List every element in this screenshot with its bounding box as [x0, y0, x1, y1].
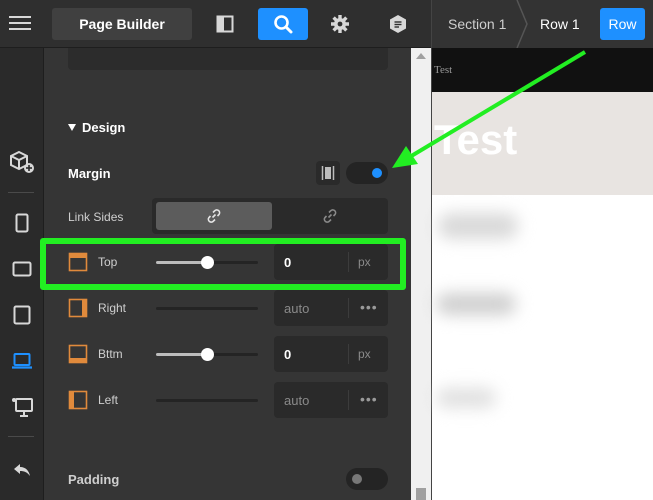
gear-icon[interactable] — [322, 8, 358, 40]
blurred-content — [438, 213, 518, 239]
link-icon — [207, 209, 221, 223]
side-left-icon — [68, 390, 88, 410]
phone-icon[interactable] — [0, 205, 44, 241]
margin-label: Margin — [68, 166, 111, 181]
link-sides-control — [152, 198, 388, 234]
slider-handle[interactable] — [200, 348, 214, 361]
margin-bottom-row: Bttm 0 px — [68, 336, 388, 372]
tablet-icon[interactable] — [0, 297, 44, 333]
side-bottom-icon — [68, 344, 88, 364]
link-button[interactable] — [156, 202, 272, 230]
hero-title: Test — [434, 116, 518, 163]
tablet-landscape-icon[interactable] — [0, 251, 44, 287]
side-label: Bttm — [98, 347, 123, 361]
margin-toggle[interactable] — [346, 162, 388, 184]
side-label: Left — [98, 393, 119, 407]
margin-left-row: Left auto ••• — [68, 382, 388, 418]
side-label: Right — [98, 301, 127, 315]
laptop-icon[interactable] — [0, 343, 44, 379]
search-button[interactable] — [258, 8, 308, 40]
padding-label: Padding — [68, 472, 120, 487]
margin-bottom-slider[interactable] — [156, 348, 258, 361]
blurred-content — [436, 293, 516, 315]
page-builder-button[interactable]: Page Builder — [52, 8, 192, 40]
padding-toggle[interactable] — [346, 468, 388, 490]
desktop-icon[interactable] — [0, 389, 44, 425]
hamburger-icon[interactable] — [9, 12, 31, 34]
margin-left-input[interactable]: auto ••• — [274, 382, 388, 418]
left-rail — [0, 48, 44, 500]
vertical-spacing-icon[interactable] — [316, 161, 340, 185]
scroll-up-icon[interactable] — [416, 53, 426, 59]
unit-select[interactable]: px — [358, 347, 371, 361]
layout-panel-icon[interactable] — [207, 8, 243, 40]
undo-icon[interactable] — [0, 452, 44, 488]
margin-right-row: Right auto ••• — [68, 290, 388, 326]
breadcrumb-section[interactable]: Section 1 — [448, 16, 506, 32]
margin-left-slider[interactable] — [156, 399, 258, 402]
page-preview: Test Test — [431, 48, 653, 500]
side-right-icon — [68, 298, 88, 318]
margin-right-slider[interactable] — [156, 307, 258, 310]
unlink-icon — [323, 209, 337, 223]
chevron-right-icon — [516, 0, 528, 48]
cube-add-icon[interactable] — [0, 144, 44, 180]
scroll-thumb[interactable] — [416, 488, 426, 500]
link-sides-label: Link Sides — [68, 210, 124, 224]
design-section-toggle[interactable]: Design — [68, 120, 125, 135]
search-icon — [274, 15, 293, 34]
unlink-button[interactable] — [272, 202, 388, 230]
blurred-content — [436, 388, 496, 408]
top-bar: Page Builder Section 1 Row 1 Row — [0, 0, 653, 48]
hex-doc-icon[interactable] — [380, 8, 416, 40]
row-button[interactable]: Row — [600, 8, 645, 40]
page-builder-app: Page Builder Section 1 Row 1 Row Design … — [0, 0, 653, 500]
preview-hero[interactable]: Test — [432, 92, 653, 195]
margin-right-input[interactable]: auto ••• — [274, 290, 388, 326]
more-options-icon[interactable]: ••• — [360, 299, 378, 315]
design-heading-label: Design — [82, 120, 126, 135]
preview-strip-text: Test — [434, 64, 453, 76]
panel-scrollbar[interactable] — [411, 48, 431, 500]
more-options-icon[interactable]: ••• — [360, 391, 378, 407]
triangle-down-icon — [68, 124, 76, 131]
margin-bottom-input[interactable]: 0 px — [274, 336, 388, 372]
collapsed-section — [68, 48, 388, 70]
preview-header-strip: Test — [432, 48, 653, 92]
breadcrumb-row[interactable]: Row 1 — [540, 16, 580, 32]
annotation-highlight — [40, 238, 406, 290]
